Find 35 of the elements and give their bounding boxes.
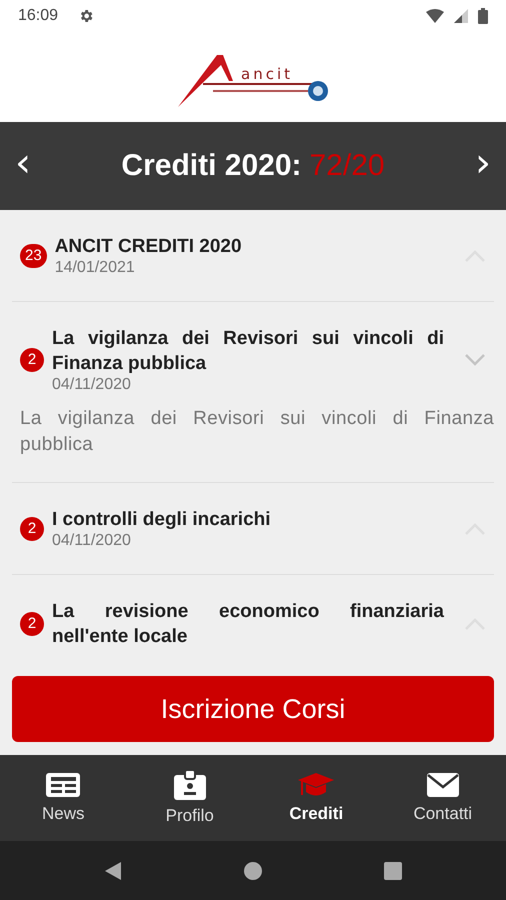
previous-button[interactable]: ‹ bbox=[8, 143, 38, 189]
header-title: Crediti 2020: bbox=[121, 149, 302, 183]
next-button[interactable]: › bbox=[468, 143, 498, 189]
course-description: La vigilanza dei Revisori sui vincoli di Finanza pubblica bbox=[20, 407, 494, 457]
course-title: La vigilanza dei Revisori sui vincoli di Finanza pubblica bbox=[52, 327, 444, 376]
course-title: La revisione economico finanziaria nell'ente locale bbox=[52, 600, 444, 649]
battery-icon bbox=[478, 8, 488, 24]
newspaper-icon bbox=[45, 772, 82, 798]
logo: ancit bbox=[173, 45, 333, 109]
nav-tab[interactable]: Contatti bbox=[380, 755, 506, 841]
course-date: 04/11/2020 bbox=[52, 532, 132, 550]
count-badge: 2 bbox=[20, 612, 44, 636]
back-icon[interactable] bbox=[103, 860, 123, 880]
home-icon[interactable] bbox=[243, 860, 263, 880]
nav-tab[interactable]: Crediti bbox=[253, 755, 380, 841]
recents-icon[interactable] bbox=[383, 860, 403, 880]
course-title: ANCIT CREDITI 2020 bbox=[54, 235, 243, 259]
count-badge: 23 bbox=[20, 244, 47, 268]
course-date: 14/01/2021 bbox=[54, 259, 136, 277]
wifi-icon bbox=[426, 9, 444, 23]
course-date: 04/11/2020 bbox=[52, 376, 132, 394]
settings-icon bbox=[78, 8, 94, 24]
credit-score: 72/20 bbox=[310, 149, 385, 183]
graduation-cap-icon bbox=[297, 772, 336, 798]
nav-tab[interactable]: News bbox=[0, 755, 126, 841]
nav-tab[interactable]: Profilo bbox=[126, 755, 253, 841]
course-title: I controlli degli incarichi bbox=[52, 508, 272, 532]
enroll-button[interactable]: Iscrizione Corsi bbox=[12, 676, 494, 742]
envelope-icon bbox=[426, 772, 460, 798]
count-badge: 2 bbox=[20, 516, 44, 540]
status-time: 16:09 bbox=[18, 7, 58, 25]
chevron-down-icon[interactable] bbox=[464, 353, 486, 367]
id-badge-icon bbox=[172, 770, 208, 800]
count-badge: 2 bbox=[20, 348, 44, 372]
signal-icon bbox=[454, 9, 468, 23]
